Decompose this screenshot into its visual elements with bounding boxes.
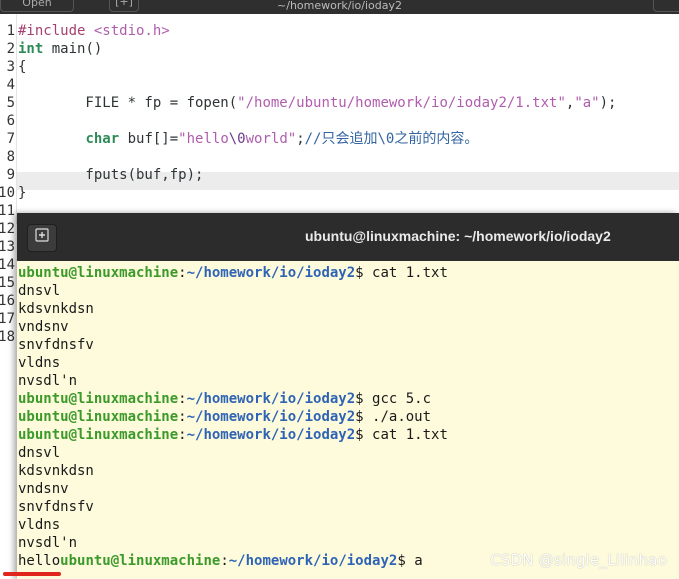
line-number: 3: [6, 59, 15, 75]
code-line-10: }: [18, 185, 27, 201]
code-text: );: [599, 95, 617, 111]
string-literal: "a": [574, 95, 600, 111]
prompt-path: ~/homework/io/ioday2: [186, 391, 356, 407]
prompt-user: ubuntu@linuxmachine: [18, 427, 179, 443]
editor-window-title: ~/homework/io/ioday2: [277, 0, 402, 12]
command-text: ./a.out: [372, 409, 432, 425]
line-number: 7: [6, 131, 15, 147]
prompt-user: ubuntu@linuxmachine: [18, 391, 179, 407]
command-text: cat 1.txt: [372, 265, 448, 281]
prompt-symbol: $: [355, 409, 373, 425]
output-line: vldns: [18, 517, 61, 533]
terminal-output[interactable]: ubuntu@linuxmachine:~/homework/io/ioday2…: [17, 261, 679, 579]
output-line: dnsvl: [18, 445, 61, 461]
prompt-symbol: $: [355, 391, 373, 407]
code-line-5: FILE * fp = fopen("/home/ubuntu/homework…: [18, 94, 616, 112]
new-tab-plus-icon: [35, 228, 49, 242]
prompt-path: ~/homework/io/ioday2: [186, 427, 356, 443]
line-number: 5: [6, 95, 15, 111]
code-line-1: #include <stdio.h>: [18, 22, 170, 40]
prompt-colon: :: [178, 409, 187, 425]
line-number-gutter: 1 2 3 4 5 6 7 8 9 10 11: [0, 14, 17, 224]
prompt-path: ~/homework/io/ioday2: [186, 409, 356, 425]
string-literal: "/home/ubuntu/homework/io/ioday2/1.txt": [237, 95, 566, 111]
keyword: char: [85, 131, 120, 147]
output-line: nvsdl'n: [18, 535, 78, 551]
prompt-line: helloubuntu@linuxmachine:~/homework/io/i…: [18, 552, 423, 570]
line-number: 6: [6, 113, 15, 129]
output-line: dnsvl: [18, 283, 61, 299]
prompt-colon: :: [178, 427, 187, 443]
keyword: int: [18, 41, 44, 57]
prompt-line: ubuntu@linuxmachine:~/homework/io/ioday2…: [18, 426, 448, 444]
watermark: CSDN @single_Lilinhao: [490, 551, 667, 569]
command-text: gcc 5.c: [372, 391, 432, 407]
code-line-3: {: [18, 59, 27, 75]
prompt-line: ubuntu@linuxmachine:~/homework/io/ioday2…: [18, 264, 448, 282]
prompt-line: ubuntu@linuxmachine:~/homework/io/ioday2…: [18, 390, 431, 408]
prompt-colon: :: [178, 391, 187, 407]
line-number: 1: [6, 23, 15, 39]
code-text: ;: [296, 131, 305, 147]
red-underline-annotation: [3, 572, 61, 576]
code-text: FILE * fp = fopen(: [18, 95, 238, 111]
code-text: main(): [43, 41, 103, 57]
string-literal: "hello: [178, 131, 229, 147]
line-number: 15: [0, 275, 15, 291]
prompt-user: ubuntu@linuxmachine: [18, 265, 179, 281]
editor-titlebar: Open [+] ~/homework/io/ioday2: [0, 0, 679, 14]
code-line-9: fputs(buf,fp);: [18, 167, 204, 183]
prompt-symbol: $: [355, 265, 373, 281]
output-line: vndsnv: [18, 481, 69, 497]
line-number: 2: [6, 41, 15, 57]
prompt-colon: :: [220, 553, 229, 569]
command-text: a: [414, 553, 423, 569]
prompt-colon: :: [178, 265, 187, 281]
line-number: 13: [0, 239, 15, 255]
code-line-7: char buf[]="hello\0world";//只会追加\0之前的内容。: [18, 130, 478, 148]
include-header: <stdio.h>: [93, 23, 170, 39]
output-line: nvsdl'n: [18, 373, 78, 389]
output-line: snvfdnsfv: [18, 337, 94, 353]
line-number: 16: [0, 293, 15, 309]
prompt-symbol: $: [355, 427, 373, 443]
output-line: kdsvnkdsn: [18, 301, 94, 317]
output-line: kdsvnkdsn: [18, 463, 94, 479]
prompt-line: ubuntu@linuxmachine:~/homework/io/ioday2…: [18, 408, 431, 426]
code-comment: //只会追加\0之前的内容。: [304, 131, 479, 147]
line-number: 10: [0, 185, 15, 201]
editor-menu-button[interactable]: [653, 0, 679, 12]
output-line: vldns: [18, 355, 61, 371]
prompt-path: ~/homework/io/ioday2: [228, 553, 398, 569]
line-number: 4: [6, 77, 15, 93]
line-number: 18: [0, 329, 15, 345]
command-text: cat 1.txt: [372, 427, 448, 443]
escape-sequence: \0: [228, 131, 246, 147]
line-number: 17: [0, 311, 15, 327]
preprocessor-directive: #include: [18, 23, 94, 39]
code-editor[interactable]: 1 2 3 4 5 6 7 8 9 10 11 12 13 14 15 16 1…: [0, 14, 679, 345]
prompt-user: ubuntu@linuxmachine: [60, 553, 221, 569]
prompt-user: ubuntu@linuxmachine: [18, 409, 179, 425]
line-number: 8: [6, 149, 15, 165]
code-line-2: int main(): [18, 40, 102, 58]
line-number-gutter-hidden: 12 13 14 15 16 17 18: [0, 202, 16, 352]
output-line: vndsnv: [18, 319, 69, 335]
new-tab-icon[interactable]: [27, 224, 57, 252]
prompt-path: ~/homework/io/ioday2: [186, 265, 356, 281]
output-line: snvfdnsfv: [18, 499, 94, 515]
terminal-header: ubuntu@linuxmachine: ~/homework/io/ioday…: [17, 213, 679, 261]
string-literal: world": [245, 131, 297, 147]
line-number: 12: [0, 221, 15, 237]
terminal-title: ubuntu@linuxmachine: ~/homework/io/ioday…: [305, 228, 611, 244]
line-number: 14: [0, 257, 15, 273]
output-hello: hello: [18, 553, 61, 569]
code-text: buf[]=: [119, 131, 179, 147]
terminal-window[interactable]: ubuntu@linuxmachine: ~/homework/io/ioday…: [17, 213, 679, 579]
prompt-symbol: $: [397, 553, 415, 569]
line-number: 9: [6, 167, 15, 183]
